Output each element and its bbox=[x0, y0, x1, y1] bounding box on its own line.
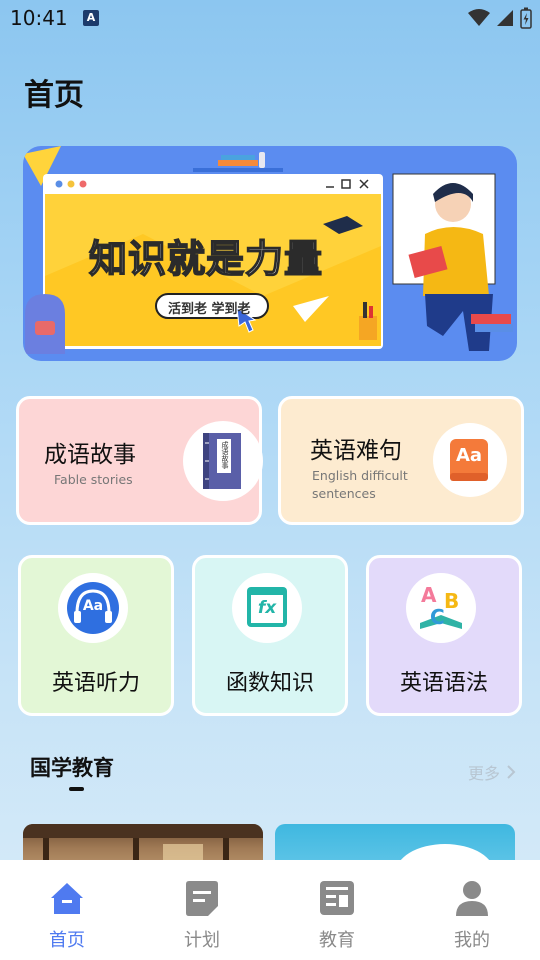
abc-icon: A B C bbox=[406, 573, 476, 643]
abc-letter-c: C bbox=[430, 605, 445, 629]
banner[interactable]: 知识就是力量 活到老 学到老 bbox=[23, 146, 517, 361]
dictionary-icon-text: Aa bbox=[455, 445, 483, 466]
dictionary-icon: Aa bbox=[433, 423, 507, 497]
english-listening-card[interactable]: Aa 英语听力 bbox=[18, 555, 174, 716]
status-bar: 10:41 A bbox=[0, 0, 540, 38]
function-knowledge-card[interactable]: fx 函数知识 bbox=[192, 555, 348, 716]
section-underline bbox=[69, 787, 84, 791]
english-difficult-card[interactable]: 英语难句 English difficult sentences Aa bbox=[278, 396, 524, 525]
card-title: 函数知识 bbox=[225, 671, 314, 696]
fable-stories-card[interactable]: 成语故事 Fable stories 成语故事 bbox=[16, 396, 263, 525]
banner-slogan: 活到老 学到老 bbox=[168, 302, 251, 317]
card-title: 英语难句 bbox=[310, 438, 402, 464]
person-icon bbox=[456, 881, 488, 916]
news-icon bbox=[320, 881, 354, 915]
chevron-right-icon bbox=[507, 765, 516, 779]
headphones-icon-text: Aa bbox=[82, 598, 104, 614]
nav-label: 教育 bbox=[319, 930, 355, 951]
card-title: 英语语法 bbox=[399, 671, 488, 696]
abc-letter-b: B bbox=[444, 589, 460, 613]
nav-label: 计划 bbox=[184, 930, 220, 951]
book-icon: 成语故事 bbox=[183, 421, 263, 501]
nav-education[interactable]: 教育 bbox=[297, 878, 377, 952]
function-icon-text: fx bbox=[257, 598, 277, 618]
english-grammar-card[interactable]: A B C 英语语法 bbox=[366, 555, 522, 716]
card-title: 成语故事 bbox=[44, 442, 136, 468]
bottom-nav: 首页 计划 教育 我的 bbox=[0, 860, 540, 960]
card-subtitle: Fable stories bbox=[54, 472, 133, 487]
wifi-icon bbox=[468, 9, 490, 26]
notepad-icon bbox=[186, 881, 218, 916]
battery-icon bbox=[520, 7, 532, 29]
book-cover-text: 成语故事 bbox=[221, 441, 229, 469]
abc-letter-a: A bbox=[421, 583, 437, 607]
status-icons bbox=[468, 7, 532, 29]
nav-label: 我的 bbox=[454, 930, 490, 951]
section-title: 国学教育 bbox=[30, 756, 114, 780]
card-title: 英语听力 bbox=[51, 671, 140, 696]
nav-home[interactable]: 首页 bbox=[27, 878, 107, 952]
more-label: 更多 bbox=[467, 764, 500, 783]
banner-headline: 知识就是力量 bbox=[88, 236, 324, 282]
headphones-icon: Aa bbox=[58, 573, 128, 643]
page-title: 首页 bbox=[24, 78, 84, 113]
function-icon: fx bbox=[232, 573, 302, 643]
home-icon bbox=[51, 883, 83, 914]
card-subtitle-line1: English difficult bbox=[312, 468, 408, 483]
notification-icon: A bbox=[83, 10, 99, 26]
card-subtitle-line2: sentences bbox=[312, 486, 376, 501]
signal-icon bbox=[497, 10, 513, 26]
status-time: 10:41 bbox=[10, 6, 68, 30]
nav-label: 首页 bbox=[49, 930, 85, 951]
more-link[interactable]: 更多 bbox=[468, 760, 516, 784]
nav-plan[interactable]: 计划 bbox=[162, 878, 242, 952]
nav-profile[interactable]: 我的 bbox=[432, 878, 512, 952]
